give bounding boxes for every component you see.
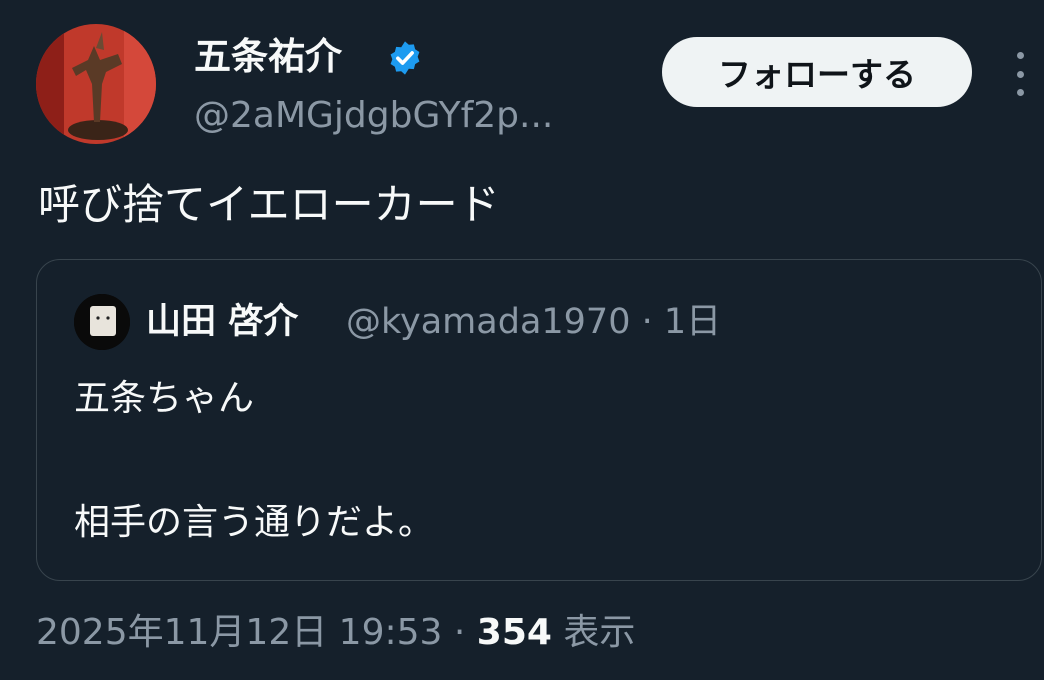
author-handle[interactable]: @2aMGjdgbGYf2p... — [194, 94, 553, 138]
quoted-tweet-line: 五条ちゃん — [74, 378, 255, 419]
more-dot — [1016, 89, 1024, 96]
quoted-author-name[interactable]: 山田 啓介 — [146, 298, 298, 346]
quoted-author-handle: @kyamada1970 — [346, 302, 631, 342]
author-display-name[interactable]: 五条祐介 — [194, 34, 342, 80]
tweet-text: 呼び捨てイエローカード — [38, 180, 500, 229]
more-dot — [1016, 70, 1024, 78]
quoted-author-meta[interactable]: @kyamada1970 · 1日 — [346, 298, 721, 346]
more-dot — [1016, 52, 1024, 59]
author-avatar[interactable] — [36, 24, 156, 144]
meta-separator: · — [453, 612, 466, 653]
quoted-author-avatar[interactable] — [74, 294, 130, 350]
tweet-timestamp[interactable]: 2025年11月12日 19:53 — [36, 612, 442, 653]
quoted-tweet-line: 相手の言う通りだよ。 — [74, 502, 435, 543]
follow-button[interactable]: フォローする — [662, 37, 972, 107]
verified-badge-icon — [390, 41, 420, 75]
views-count: 354 — [476, 612, 552, 653]
quoted-tweet-age: 1日 — [663, 302, 722, 342]
more-options-icon[interactable] — [1006, 52, 1034, 96]
meta-separator: · — [641, 302, 653, 342]
tweet-meta: 2025年11月12日 19:53 · 354 表示 — [36, 606, 635, 660]
views-label: 表示 — [563, 612, 636, 653]
